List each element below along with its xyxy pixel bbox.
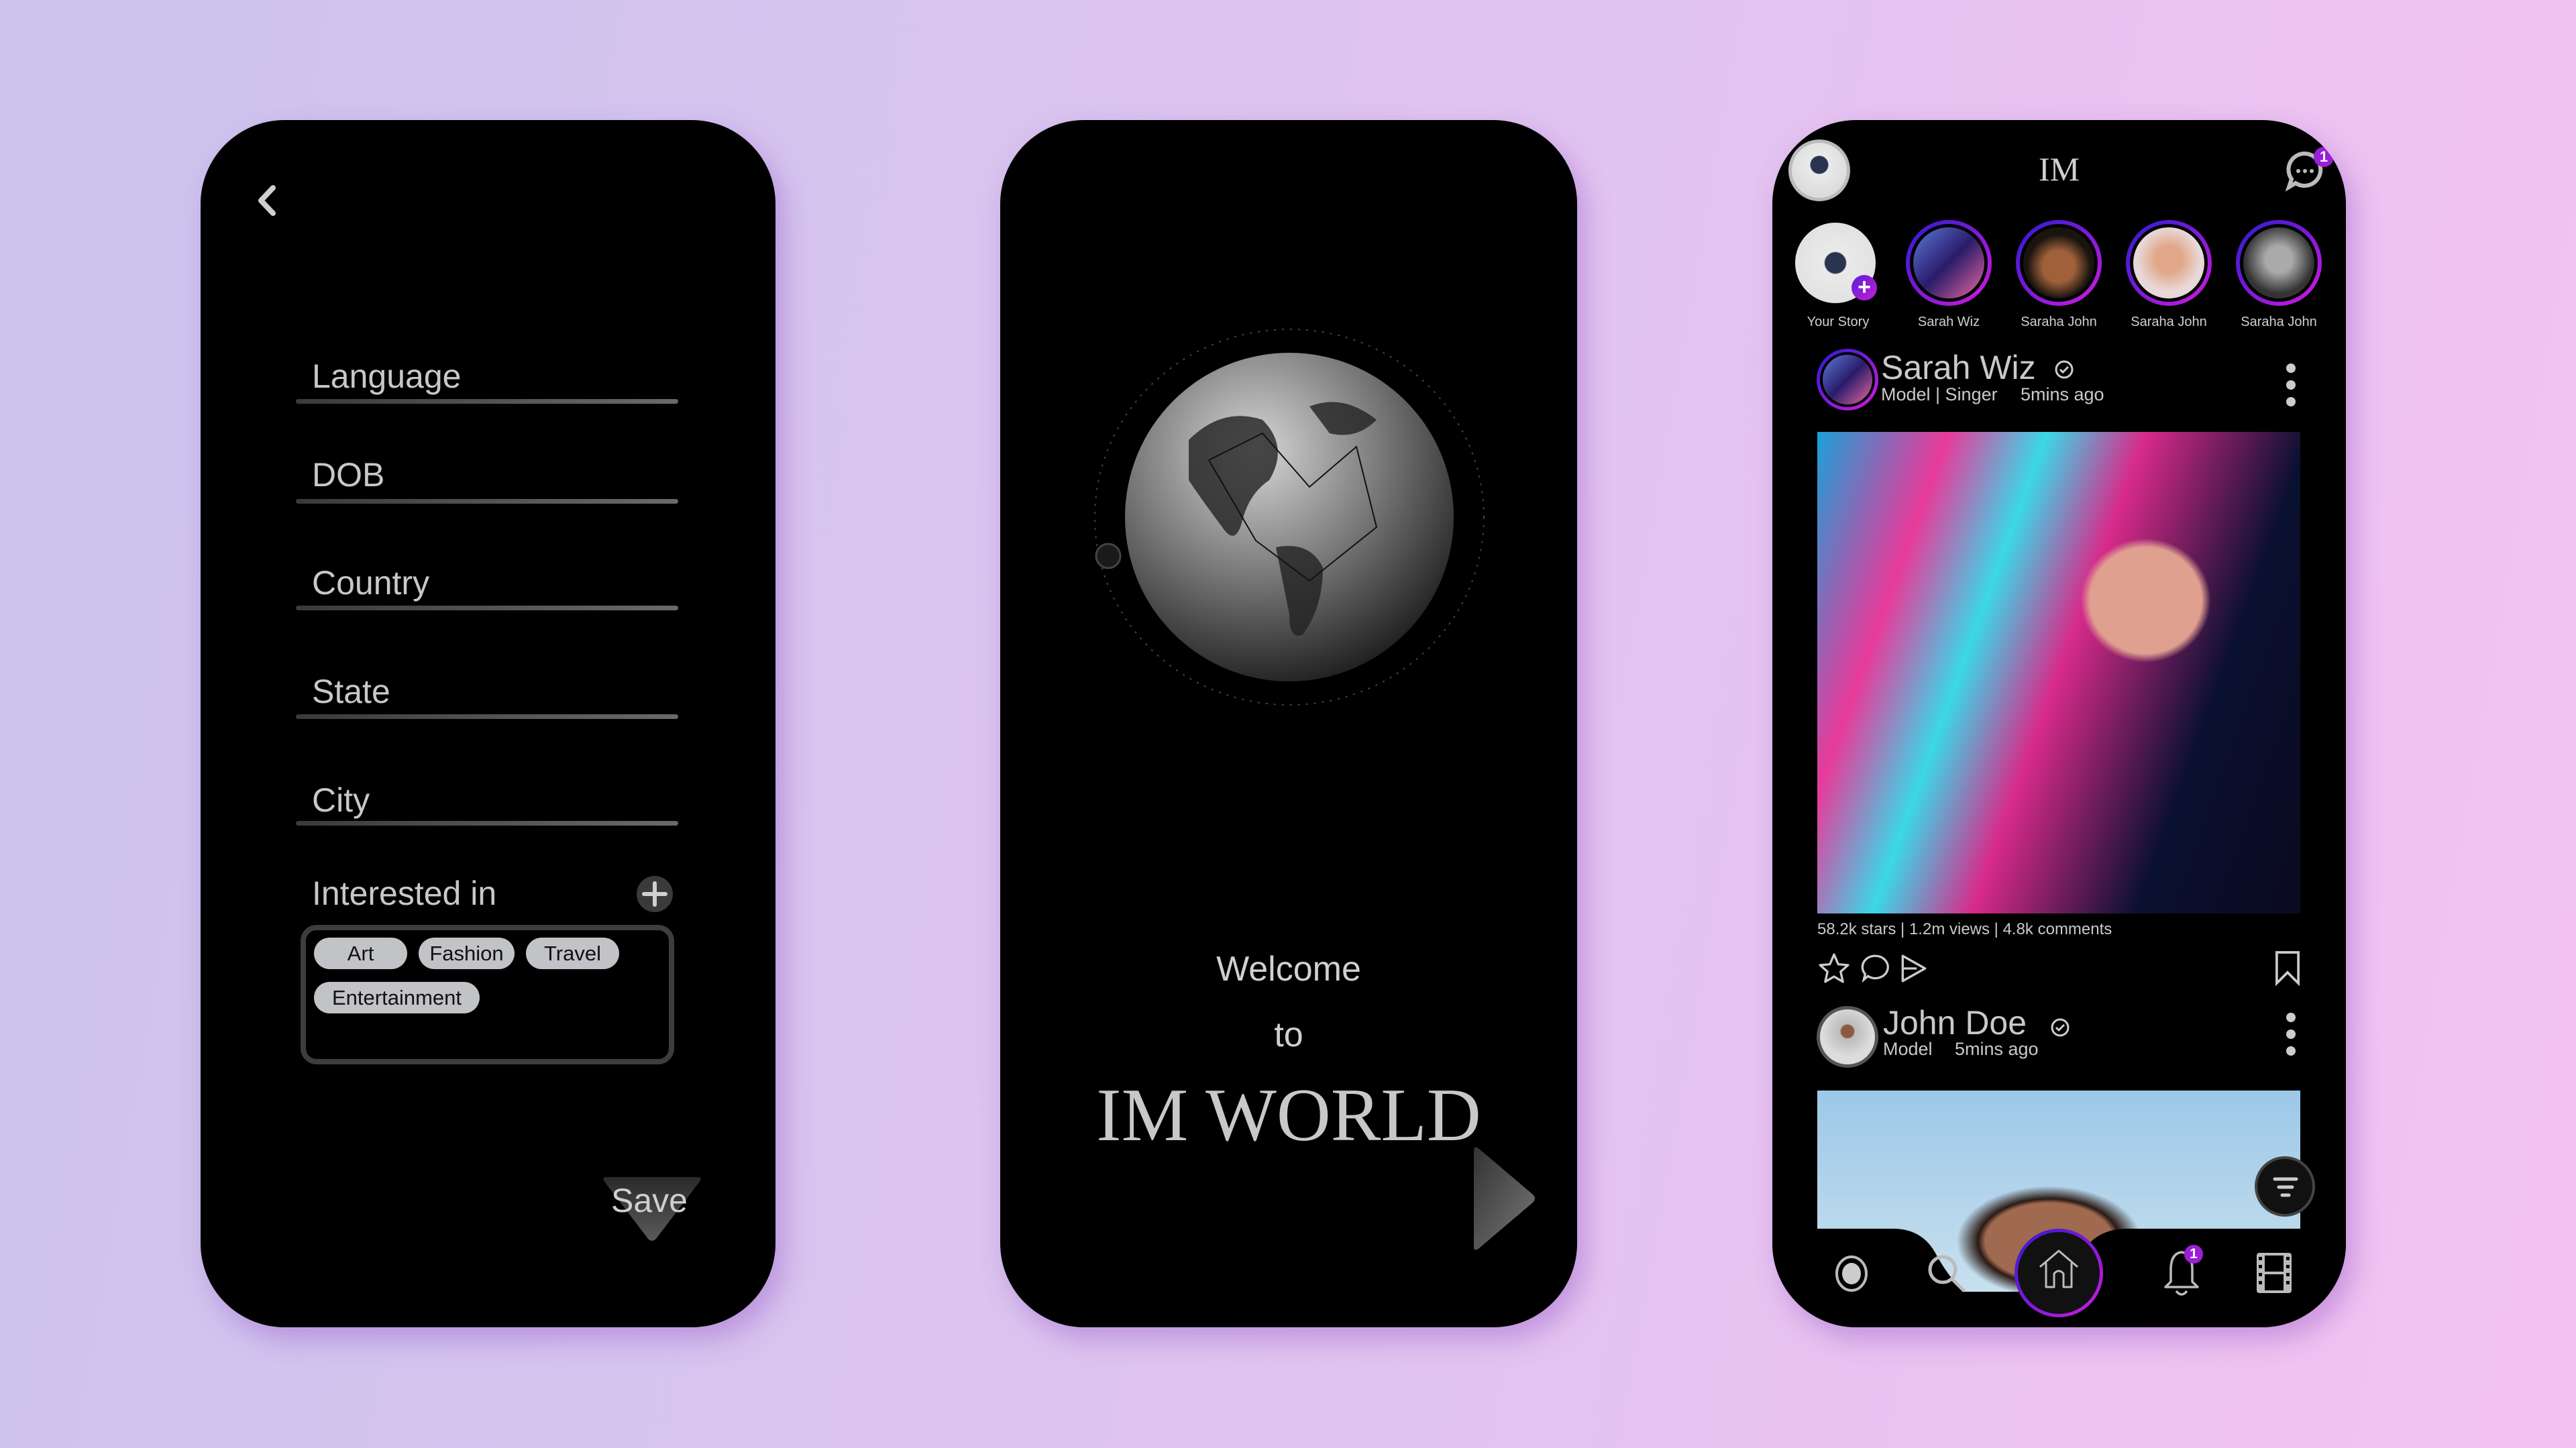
play-triangle-icon[interactable] <box>1470 1145 1537 1252</box>
home-icon <box>2039 1249 2078 1288</box>
interests-label: Interested in <box>312 875 497 912</box>
message-badge: 1 <box>2314 147 2334 167</box>
city-label: City <box>312 781 370 819</box>
city-field[interactable] <box>296 821 678 826</box>
film-icon[interactable] <box>2255 1251 2293 1294</box>
save-label: Save <box>611 1182 688 1219</box>
post-subtitle: Model | Singer <box>1881 384 1998 404</box>
post-author-avatar[interactable] <box>1817 1006 1878 1068</box>
interest-chip-entertainment[interactable]: Entertainment <box>314 982 480 1013</box>
story-label: Saraha John <box>2131 315 2207 329</box>
post-stats: 58.2k stars | 1.2m views | 4.8k comments <box>1817 920 2112 938</box>
post-image[interactable] <box>1817 432 2300 913</box>
share-icon[interactable] <box>1897 952 1931 985</box>
notification-badge: 1 <box>2184 1245 2203 1264</box>
more-icon[interactable] <box>2281 1011 2301 1058</box>
post-time: 5mins ago <box>1955 1039 2039 1059</box>
story-avatar[interactable] <box>1906 220 1992 306</box>
post-author-name[interactable]: Sarah Wiz <box>1881 348 2036 387</box>
interest-chip-art[interactable]: Art <box>314 938 407 969</box>
star-icon[interactable] <box>1817 952 1851 985</box>
welcome-screen: Welcome to IM WORLD <box>1000 120 1577 1327</box>
language-field[interactable] <box>296 399 678 404</box>
verified-icon <box>2051 1018 2070 1037</box>
bookmark-icon[interactable] <box>2272 949 2303 987</box>
story-label: Saraha John <box>2021 315 2097 329</box>
profile-form-screen: Language DOB Country State City Interest… <box>201 120 775 1327</box>
country-field[interactable] <box>296 606 678 610</box>
post-subtitle: Model <box>1883 1039 1933 1059</box>
comment-icon[interactable] <box>1858 952 1892 985</box>
search-icon[interactable] <box>1927 1254 1967 1294</box>
interest-chip-fashion[interactable]: Fashion <box>419 938 515 969</box>
welcome-text: Welcome <box>1216 950 1361 989</box>
interest-chip-travel[interactable]: Travel <box>526 938 619 969</box>
story-avatar[interactable] <box>2126 220 2212 306</box>
filter-icon <box>2273 1177 2298 1197</box>
post-time: 5mins ago <box>2021 384 2104 404</box>
story-avatar[interactable] <box>2236 220 2322 306</box>
verified-icon <box>2055 360 2074 379</box>
story-label: Sarah Wiz <box>1917 315 1980 329</box>
feed-screen: IM 1 + Your Story Sarah Wiz Saraha John … <box>1772 120 2346 1327</box>
record-icon[interactable] <box>1834 1255 1869 1292</box>
more-icon[interactable] <box>2281 361 2301 408</box>
story-label: Your Story <box>1807 315 1870 329</box>
welcome-to-text: to <box>1274 1015 1303 1054</box>
add-story-icon[interactable]: + <box>1851 275 1877 300</box>
country-label: Country <box>312 564 430 602</box>
post-author-avatar[interactable] <box>1817 349 1878 410</box>
save-button[interactable]: Save <box>601 1176 703 1243</box>
language-label: Language <box>312 357 462 395</box>
chevron-left-icon[interactable] <box>254 184 281 217</box>
state-label: State <box>312 673 390 710</box>
app-title: IM <box>2038 150 2080 188</box>
dob-label: DOB <box>312 456 385 494</box>
dob-field[interactable] <box>296 499 678 504</box>
post-author-name[interactable]: John Doe <box>1883 1003 2027 1042</box>
globe-icon <box>1094 329 1485 706</box>
home-button[interactable] <box>2015 1229 2103 1317</box>
story-label: Saraha John <box>2241 315 2317 329</box>
filter-button[interactable] <box>2255 1156 2315 1217</box>
state-field[interactable] <box>296 714 678 719</box>
story-avatar[interactable] <box>2016 220 2102 306</box>
plus-circle-icon[interactable] <box>636 875 674 913</box>
